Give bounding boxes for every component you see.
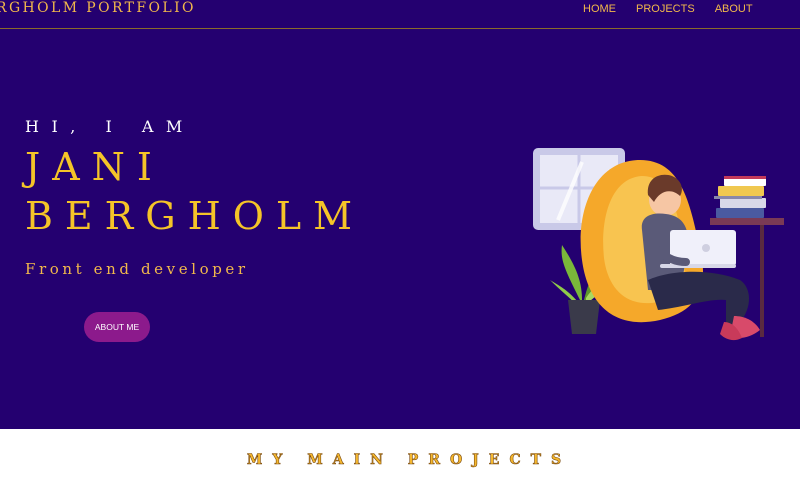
- nav-link-projects[interactable]: PROJECTS: [636, 3, 695, 15]
- hero-last-name: BERGHOLM: [25, 194, 365, 238]
- projects-section-title: MY MAIN PROJECTS: [246, 452, 572, 469]
- hero-greeting: HI, I AM: [25, 117, 195, 136]
- hero-role: Front end developer: [25, 260, 249, 278]
- top-nav: RGHOLM PORTFOLIO HOME PROJECTS ABOUT: [0, 0, 800, 29]
- hero-first-name: JANI: [25, 145, 164, 189]
- nav-links: HOME PROJECTS ABOUT: [583, 3, 753, 15]
- about-me-button[interactable]: ABOUT ME: [84, 312, 150, 342]
- brand-title: RGHOLM PORTFOLIO: [0, 0, 196, 16]
- hero-section: RGHOLM PORTFOLIO HOME PROJECTS ABOUT HI,…: [0, 0, 800, 429]
- nav-link-home[interactable]: HOME: [583, 3, 616, 15]
- nav-link-about[interactable]: ABOUT: [715, 3, 753, 15]
- developer-illustration: [533, 148, 784, 341]
